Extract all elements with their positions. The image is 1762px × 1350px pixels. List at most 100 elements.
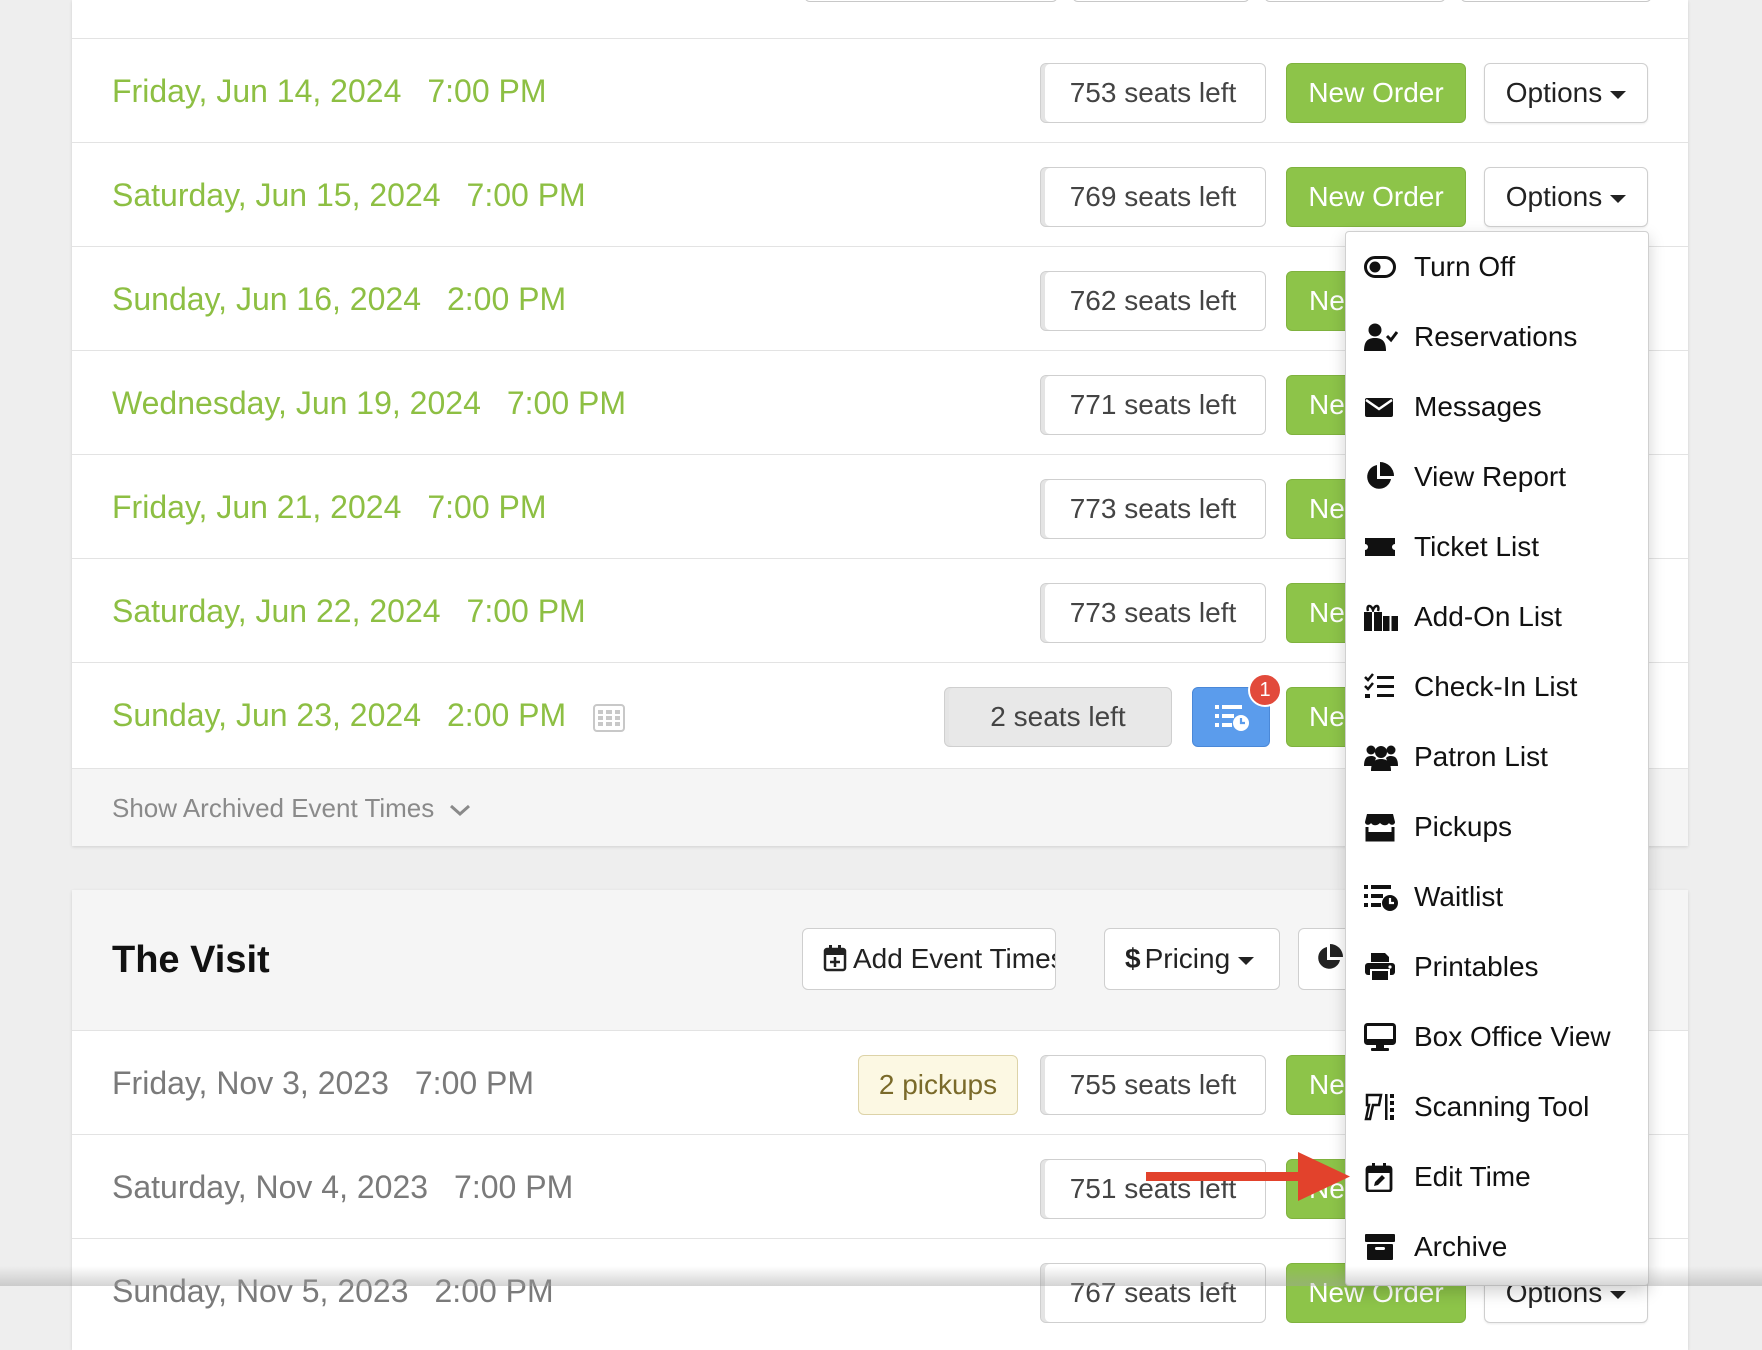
scanner-icon xyxy=(1364,1092,1396,1122)
menu-item-scanning-tool[interactable]: Scanning Tool xyxy=(1346,1072,1648,1142)
new-order-button[interactable]: New Order xyxy=(1286,167,1466,227)
event-date[interactable]: Friday, Jun 21, 2024 xyxy=(112,489,401,525)
event-datetime[interactable]: Sunday, Jun 23, 2024 2:00 PM xyxy=(112,663,626,767)
menu-item-label: Patron List xyxy=(1414,741,1548,772)
menu-item-turn-off[interactable]: Turn Off xyxy=(1346,232,1648,302)
seats-left-badge[interactable]: 755 seats left xyxy=(1040,1055,1266,1115)
event-date[interactable]: Saturday, Nov 4, 2023 xyxy=(112,1169,428,1205)
event-date[interactable]: Friday, Nov 3, 2023 xyxy=(112,1065,389,1101)
event-time[interactable]: 7:00 PM xyxy=(467,593,586,629)
menu-item-patron-list[interactable]: Patron List xyxy=(1346,722,1648,792)
pickups-badge[interactable]: 2 pickups xyxy=(858,1055,1018,1115)
menu-item-waitlist[interactable]: Waitlist xyxy=(1346,862,1648,932)
menu-item-label: Edit Time xyxy=(1414,1161,1531,1192)
seats-left-badge[interactable]: 773 seats left xyxy=(1040,479,1266,539)
menu-item-view-report[interactable]: View Report xyxy=(1346,442,1648,512)
show-archived-label: Show Archived Event Times xyxy=(112,793,435,823)
event-time[interactable]: 7:00 PM xyxy=(427,489,546,525)
options-label: Options xyxy=(1505,77,1603,108)
partial-header-button[interactable] xyxy=(1072,0,1250,2)
calendar-edit-icon xyxy=(1364,1162,1396,1192)
event-date[interactable]: Wednesday, Jun 19, 2024 xyxy=(112,385,481,421)
event-datetime[interactable]: Friday, Jun 21, 2024 7:00 PM xyxy=(112,455,547,559)
event-date[interactable]: Sunday, Jun 16, 2024 xyxy=(112,281,421,317)
chevron-down-icon xyxy=(448,802,472,818)
event-date[interactable]: Saturday, Jun 15, 2024 xyxy=(112,177,441,213)
calendar-plus-icon xyxy=(823,944,847,972)
menu-item-box-office-view[interactable]: Box Office View xyxy=(1346,1002,1648,1072)
menu-item-edit-time[interactable]: Edit Time xyxy=(1346,1142,1648,1212)
seats-left-badge[interactable]: 762 seats left xyxy=(1040,271,1266,331)
user-check-icon xyxy=(1364,322,1398,352)
seating-chart-icon[interactable] xyxy=(593,703,626,732)
seats-left-badge[interactable]: 769 seats left xyxy=(1040,167,1266,227)
event-datetime[interactable]: Friday, Jun 14, 2024 7:00 PM xyxy=(112,39,547,143)
event-date[interactable]: Saturday, Jun 22, 2024 xyxy=(112,593,441,629)
event-datetime[interactable]: Saturday, Jun 22, 2024 7:00 PM xyxy=(112,559,586,663)
caret-down-icon xyxy=(1610,194,1627,203)
menu-item-label: Turn Off xyxy=(1414,251,1516,282)
options-label: Options xyxy=(1505,181,1603,212)
envelope-icon xyxy=(1364,392,1396,422)
menu-item-label: Messages xyxy=(1414,391,1542,422)
menu-item-printables[interactable]: Printables xyxy=(1346,932,1648,1002)
event-time[interactable]: 7:00 PM xyxy=(507,385,626,421)
event-time[interactable]: 2:00 PM xyxy=(447,281,566,317)
menu-item-reservations[interactable]: Reservations xyxy=(1346,302,1648,372)
options-button[interactable]: Options xyxy=(1484,63,1648,123)
options-button-open[interactable]: Options xyxy=(1484,167,1648,227)
seats-left-badge[interactable]: 773 seats left xyxy=(1040,583,1266,643)
menu-item-pickups[interactable]: Pickups xyxy=(1346,792,1648,862)
caret-down-icon xyxy=(1610,1290,1627,1299)
event-time[interactable]: 7:00 PM xyxy=(454,1169,573,1205)
partial-header-button[interactable] xyxy=(804,0,1058,2)
pie-chart-icon xyxy=(1364,462,1396,492)
menu-item-messages[interactable]: Messages xyxy=(1346,372,1648,442)
event-datetime[interactable]: Saturday, Nov 4, 2023 7:00 PM xyxy=(112,1135,573,1239)
event-date[interactable]: Sunday, Jun 23, 2024 xyxy=(112,697,421,733)
event-datetime[interactable]: Sunday, Nov 5, 2023 2:00 PM xyxy=(112,1239,554,1343)
annotation-arrow xyxy=(1142,1148,1352,1206)
event-datetime[interactable]: Sunday, Jun 16, 2024 2:00 PM xyxy=(112,247,566,351)
store-icon xyxy=(1364,812,1396,842)
printer-icon xyxy=(1364,952,1396,982)
add-event-times-label: Add Event Times xyxy=(853,943,1056,974)
menu-item-label: Scanning Tool xyxy=(1414,1091,1590,1122)
caret-down-icon xyxy=(1610,90,1627,99)
list-clock-icon xyxy=(1364,882,1398,912)
menu-item-label: Printables xyxy=(1414,951,1539,982)
event-title: The Visit xyxy=(112,939,270,981)
event-datetime[interactable]: Saturday, Jun 15, 2024 7:00 PM xyxy=(112,143,586,247)
pricing-label: Pricing xyxy=(1144,943,1231,974)
checklist-icon xyxy=(1364,672,1396,702)
seats-left-badge[interactable]: 2 seats left xyxy=(944,687,1172,747)
event-datetime[interactable]: Wednesday, Jun 19, 2024 7:00 PM xyxy=(112,351,626,455)
caret-down-icon xyxy=(1238,956,1255,965)
partial-header-button[interactable] xyxy=(1264,0,1446,2)
gifts-icon xyxy=(1364,602,1398,632)
menu-item-label: Ticket List xyxy=(1414,531,1539,562)
menu-item-ticket-list[interactable]: Ticket List xyxy=(1346,512,1648,582)
show-archived-link[interactable]: Show Archived Event Times xyxy=(112,769,472,847)
new-order-button[interactable]: New Order xyxy=(1286,63,1466,123)
event-time[interactable]: 7:00 PM xyxy=(427,73,546,109)
menu-item-label: Pickups xyxy=(1414,811,1513,842)
pricing-dropdown-button[interactable]: $ Pricing xyxy=(1104,928,1280,990)
event-datetime[interactable]: Friday, Nov 3, 2023 7:00 PM xyxy=(112,1031,534,1135)
event-time[interactable]: 7:00 PM xyxy=(467,177,586,213)
seats-left-badge[interactable]: 753 seats left xyxy=(1040,63,1266,123)
menu-item-check-in-list[interactable]: Check-In List xyxy=(1346,652,1648,722)
users-icon xyxy=(1364,742,1398,772)
seats-left-badge[interactable]: 771 seats left xyxy=(1040,375,1266,435)
scroll-fade xyxy=(0,1266,1762,1286)
partial-header-button[interactable] xyxy=(1460,0,1652,2)
event-time[interactable]: 7:00 PM xyxy=(415,1065,534,1101)
menu-item-label: Waitlist xyxy=(1414,881,1504,912)
add-event-times-button[interactable]: Add Event Times xyxy=(802,928,1056,990)
event-date[interactable]: Friday, Jun 14, 2024 xyxy=(112,73,401,109)
waitlist-count-badge: 1 xyxy=(1248,673,1282,707)
monitor-icon xyxy=(1364,1022,1396,1052)
event-time[interactable]: 2:00 PM xyxy=(447,697,566,733)
menu-item-add-on-list[interactable]: Add-On List xyxy=(1346,582,1648,652)
event-time-row: Friday, Jun 14, 2024 7:00 PM 753 seats le… xyxy=(72,38,1688,142)
